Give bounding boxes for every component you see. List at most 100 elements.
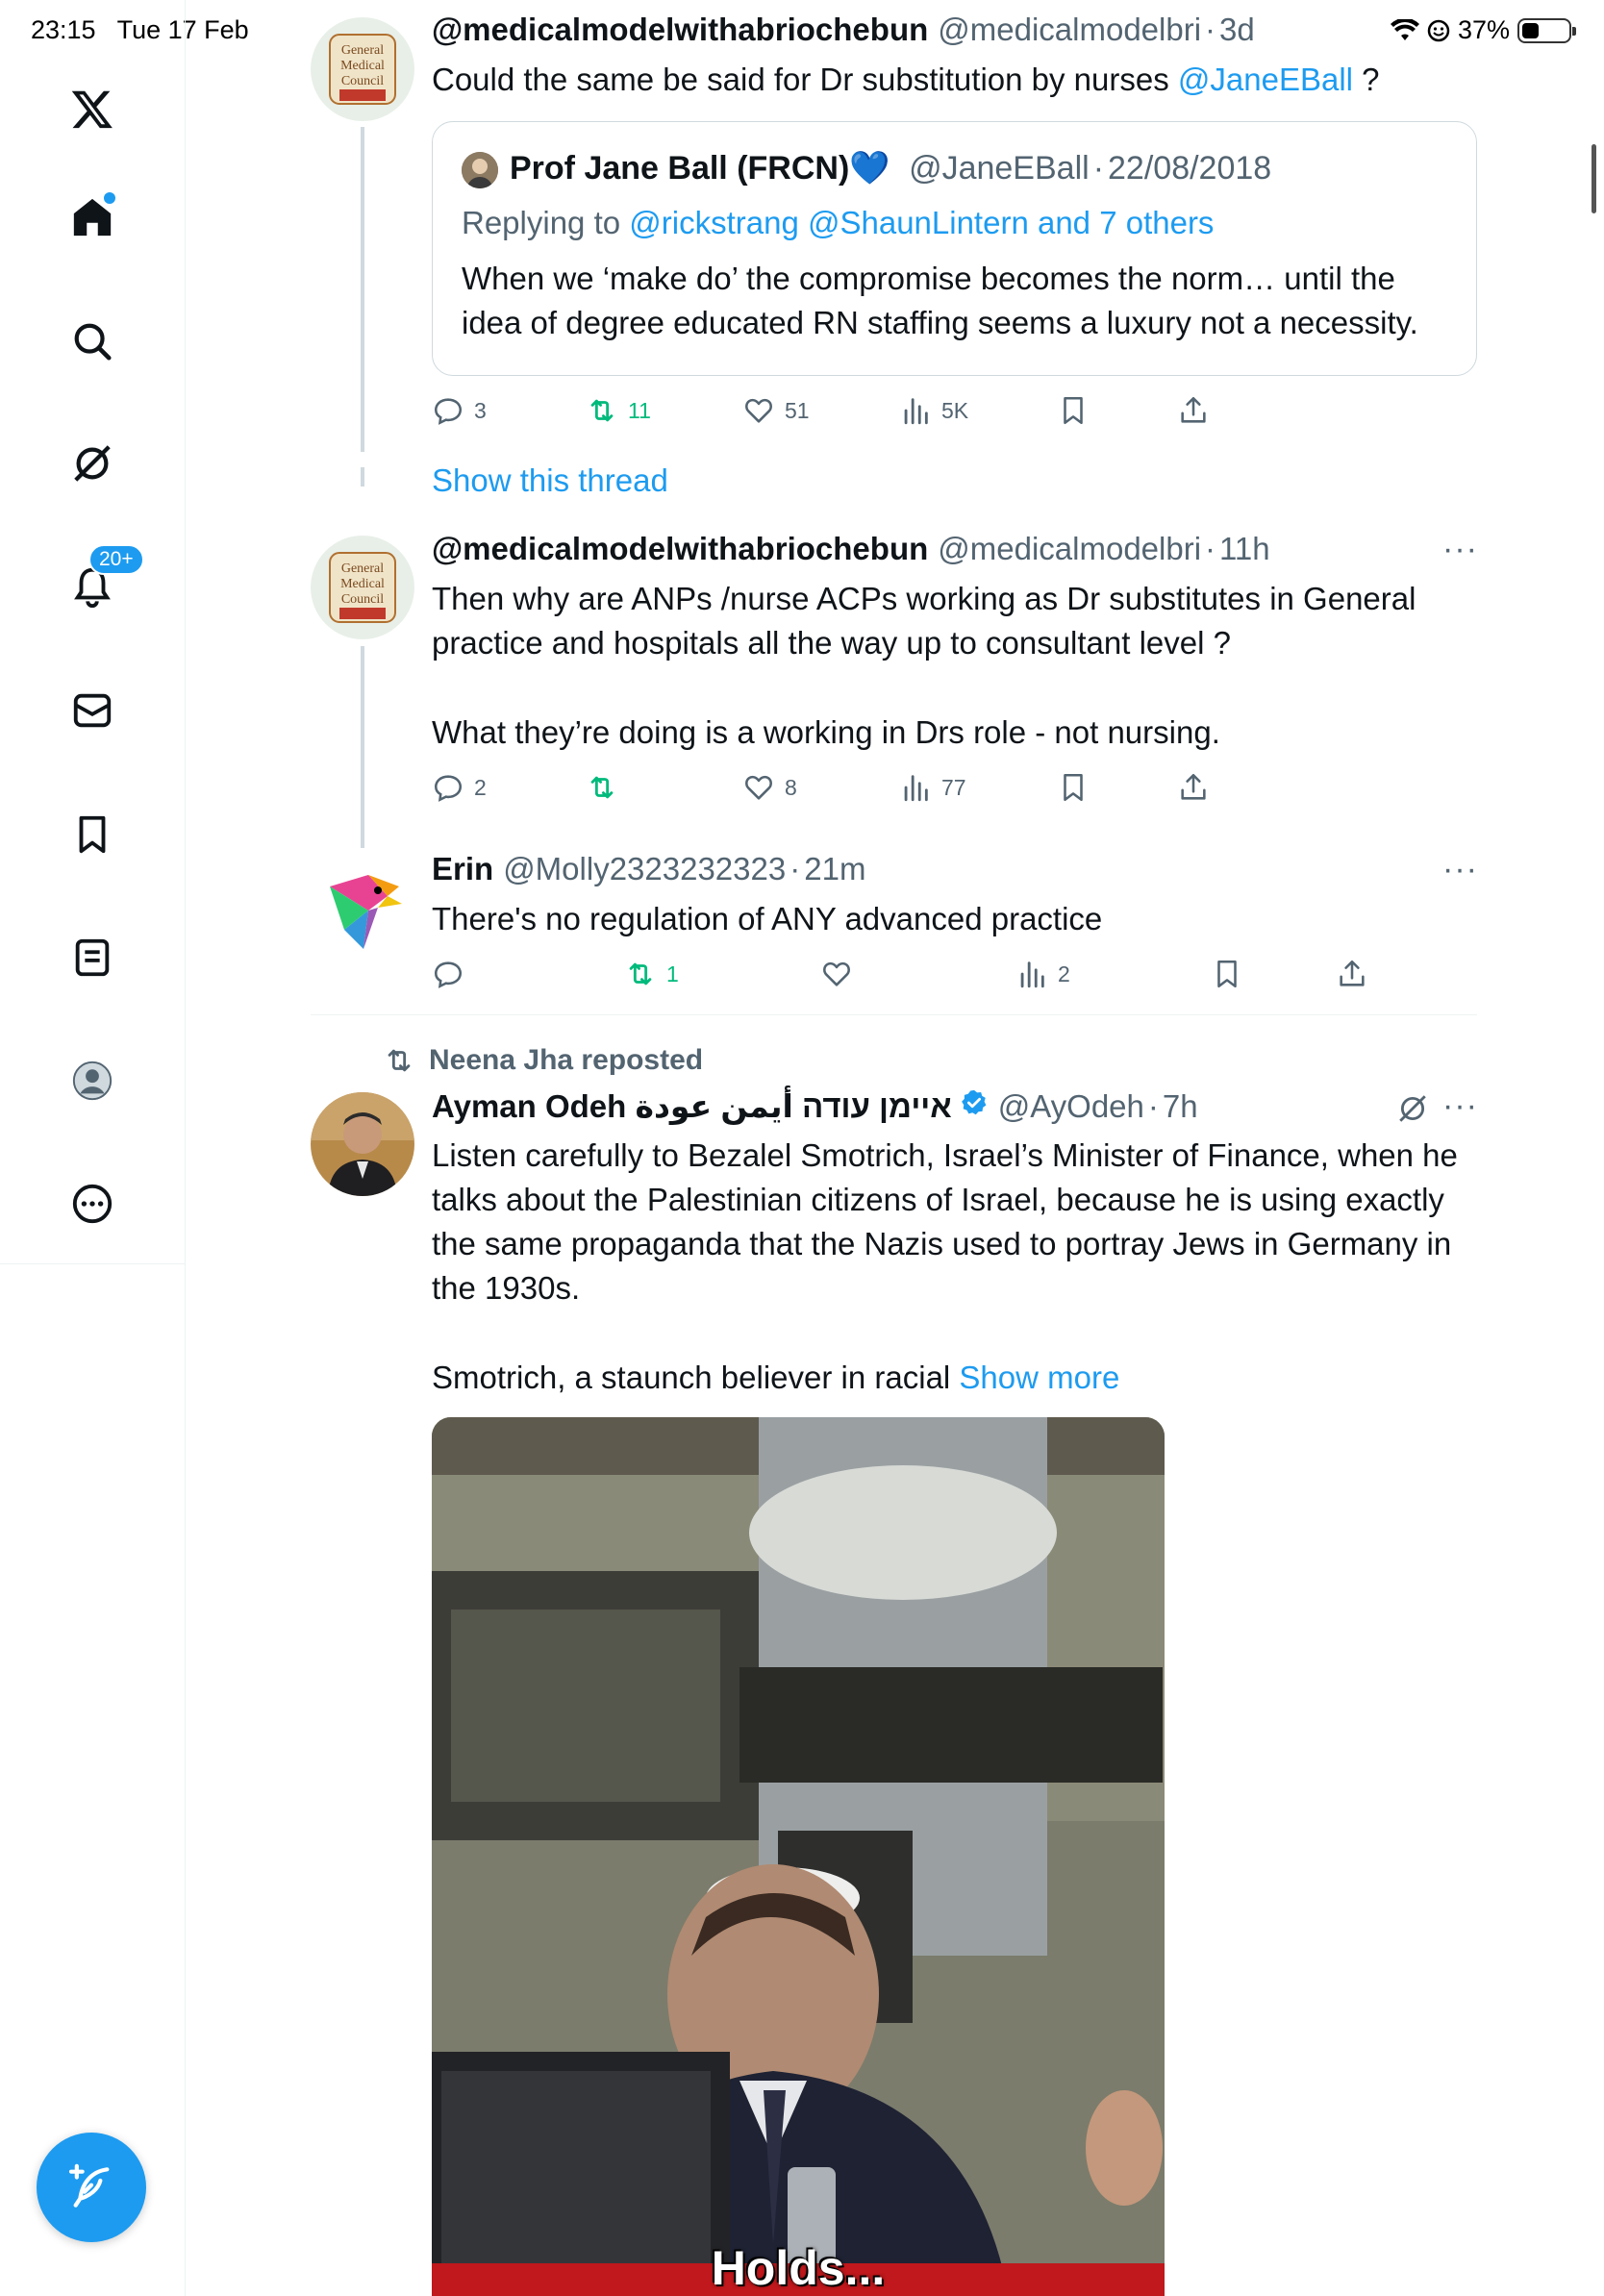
video-player[interactable]: Holds...: [432, 1417, 1165, 2296]
like-button[interactable]: [820, 958, 863, 990]
author-name[interactable]: Erin: [432, 851, 493, 887]
author-handle[interactable]: @Molly2323232323: [503, 851, 786, 887]
scrollbar[interactable]: [1591, 144, 1596, 213]
focus-icon: [1427, 19, 1450, 41]
views-button[interactable]: 77: [899, 771, 966, 804]
blue-heart-emoji: 💙: [849, 150, 890, 187]
avatar[interactable]: [311, 858, 414, 961]
grok-icon[interactable]: [62, 433, 123, 494]
replying-to-links[interactable]: @rickstrang @ShaunLintern and 7 others: [629, 205, 1214, 240]
reply-count: 3: [474, 397, 487, 423]
author-name[interactable]: Ayman Odeh איימן עודה أيمن عودة: [432, 1087, 952, 1125]
share-icon: [1181, 396, 1206, 423]
share-button[interactable]: [1336, 958, 1368, 990]
views-chart-icon: [904, 775, 928, 802]
like-button[interactable]: 51: [742, 394, 810, 427]
avatar[interactable]: General Medical Council: [311, 17, 414, 121]
tweet-time[interactable]: 3d: [1219, 12, 1255, 48]
replying-label: Replying to: [462, 205, 630, 240]
views-chart-icon: [1020, 961, 1044, 988]
home-unread-dot: [104, 192, 115, 204]
author-handle[interactable]: @medicalmodelbri: [938, 12, 1201, 48]
notifications-bell-icon[interactable]: 20+: [62, 544, 144, 617]
show-thread-link[interactable]: Show this thread: [432, 462, 668, 499]
profile-avatar-icon[interactable]: [62, 1050, 123, 1111]
thread-line: [361, 467, 364, 487]
quoted-tweet-card[interactable]: Prof Jane Ball (FRCN)💙 @JaneEBall · 22/08/…: [432, 121, 1477, 376]
like-button[interactable]: 8: [742, 771, 797, 804]
repost-button[interactable]: 11: [586, 394, 651, 427]
author-name[interactable]: @medicalmodelwithabriochebun: [432, 531, 928, 567]
reposted-by-label: Neena Jha reposted: [429, 1044, 704, 1076]
views-chart-icon: [904, 398, 928, 425]
author-handle[interactable]: @AyOdeh: [998, 1088, 1144, 1125]
show-more-link[interactable]: Show more: [959, 1360, 1119, 1395]
quote-date: 22/08/2018: [1108, 150, 1272, 187]
more-options-icon[interactable]: ···: [1442, 851, 1478, 888]
feather-plus-icon: [68, 2163, 110, 2208]
repost-count: 11: [628, 397, 651, 423]
tweet-header: Ayman Odeh איימן עודה أيمن عودة @AyOdeh …: [432, 1087, 1198, 1125]
more-options-icon[interactable]: ···: [1442, 1087, 1478, 1125]
quote-replying-to: Replying to @rickstrang @ShaunLintern an…: [462, 205, 1214, 241]
svg-text:Medical: Medical: [340, 59, 385, 73]
lists-icon[interactable]: [62, 927, 123, 988]
repost-context[interactable]: Neena Jha reposted: [383, 1044, 703, 1077]
wifi-icon: [1390, 18, 1419, 40]
notifications-badge: 20+: [88, 544, 144, 575]
grok-icon[interactable]: [1396, 1092, 1429, 1125]
view-count: 77: [941, 774, 966, 800]
repost-button[interactable]: [586, 771, 628, 804]
tweet-time[interactable]: 11h: [1219, 531, 1270, 567]
thread-line: [361, 646, 364, 848]
share-icon: [1181, 773, 1206, 800]
sidebar-nav: 20+: [0, 0, 186, 2296]
view-count: 5K: [941, 397, 969, 423]
share-button[interactable]: [1177, 771, 1210, 804]
views-button[interactable]: 5K: [899, 394, 968, 427]
svg-text:General: General: [341, 562, 384, 576]
reply-button[interactable]: 2: [432, 771, 487, 804]
bookmark-button[interactable]: [1211, 958, 1243, 990]
search-icon[interactable]: [62, 311, 123, 372]
bookmark-button[interactable]: [1057, 394, 1090, 427]
views-button[interactable]: 2: [1015, 958, 1070, 990]
more-options-icon[interactable]: ···: [1442, 531, 1478, 568]
more-options-icon[interactable]: [62, 1173, 123, 1235]
bookmark-button[interactable]: [1057, 771, 1090, 804]
tweet-time[interactable]: 7h: [1163, 1088, 1198, 1125]
tweet-text: Listen carefully to Bezalel Smotrich, Is…: [432, 1137, 1458, 1306]
tweet-text: Then why are ANPs /nurse ACPs working as…: [432, 581, 1416, 661]
home-icon[interactable]: [62, 187, 123, 248]
author-handle[interactable]: @medicalmodelbri: [938, 531, 1201, 567]
tweet-time[interactable]: 21m: [804, 851, 865, 887]
x-logo-icon[interactable]: [62, 78, 123, 139]
reply-button[interactable]: [432, 958, 474, 990]
status-indicators: 37%: [1390, 15, 1576, 45]
battery-icon: [1517, 17, 1576, 43]
tweet-header: @medicalmodelwithabriochebun @medicalmod…: [432, 531, 1270, 567]
author-name[interactable]: @medicalmodelwithabriochebun: [432, 12, 928, 48]
sidebar-divider: [0, 1263, 186, 1264]
tweet-text: There's no regulation of ANY advanced pr…: [432, 901, 1103, 936]
bookmarks-icon[interactable]: [62, 804, 123, 865]
avatar[interactable]: General Medical Council: [311, 536, 414, 639]
view-count: 2: [1058, 961, 1070, 986]
tweet-header: Erin @Molly2323232323 · 21m: [432, 851, 865, 887]
reply-button[interactable]: 3: [432, 394, 487, 427]
repost-icon: [629, 962, 652, 986]
avatar[interactable]: [311, 1092, 414, 1196]
quote-text: When we ‘make do’ the compromise becomes…: [462, 261, 1418, 340]
share-button[interactable]: [1177, 394, 1210, 427]
bookmark-icon: [1217, 960, 1237, 988]
tweet-text: Could the same be said for Dr substituti…: [432, 58, 1380, 102]
repost-button[interactable]: 1: [624, 958, 679, 990]
separator-dot: ·: [1205, 531, 1216, 566]
compose-post-button[interactable]: [37, 2133, 146, 2242]
messages-envelope-icon[interactable]: [62, 680, 123, 741]
like-count: 8: [785, 774, 797, 800]
repost-icon: [590, 399, 614, 422]
mention-link[interactable]: @JaneEBall: [1178, 62, 1353, 97]
quote-header: Prof Jane Ball (FRCN)💙 @JaneEBall · 22/08/…: [510, 149, 1271, 187]
separator-dot: ·: [1147, 1088, 1159, 1124]
